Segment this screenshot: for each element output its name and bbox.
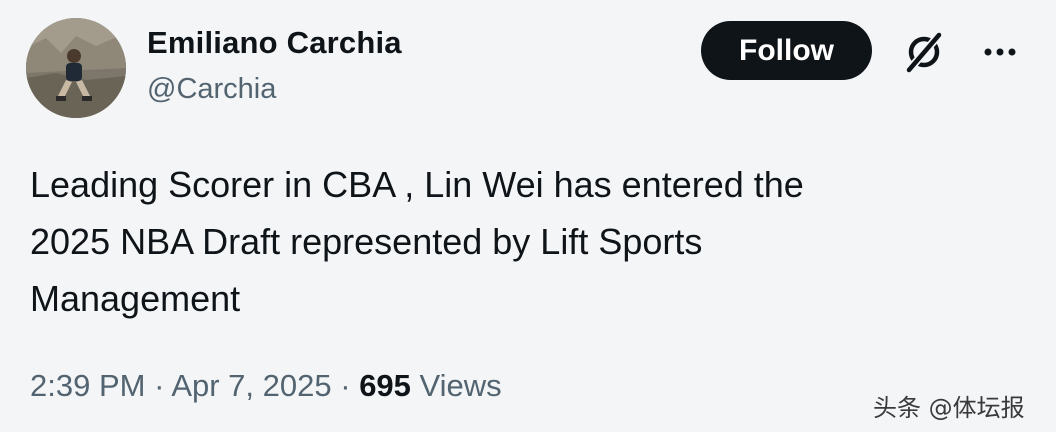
views-count: 695 <box>359 368 411 403</box>
tweet-text-line: Leading Scorer in CBA , Lin Wei has ente… <box>30 164 804 205</box>
avatar-photo <box>26 18 126 118</box>
tweet-card: Emiliano Carchia @Carchia Follow Leading… <box>0 0 1056 432</box>
tweet-text-line: 2025 NBA Draft represented by Lift Sport… <box>30 221 703 262</box>
author-handle[interactable]: @Carchia <box>147 73 276 106</box>
grok-icon[interactable] <box>900 28 948 76</box>
watermark: 头条 @体坛报 <box>873 394 1025 422</box>
more-horizontal-icon[interactable] <box>980 40 1020 64</box>
tweet-text: Leading Scorer in CBA , Lin Wei has ente… <box>30 156 1030 327</box>
tweet-text-line: Management <box>30 278 241 319</box>
author-display-name[interactable]: Emiliano Carchia <box>147 25 402 61</box>
tweet-time[interactable]: 2:39 PM <box>30 368 145 403</box>
meta-separator: · <box>340 368 351 403</box>
tweet-date[interactable]: Apr 7, 2025 <box>171 368 331 403</box>
avatar[interactable] <box>26 18 126 118</box>
views-label: Views <box>419 368 502 403</box>
follow-button[interactable]: Follow <box>701 21 872 80</box>
tweet-meta: 2:39 PM · Apr 7, 2025 · 695 Views <box>30 368 502 404</box>
meta-separator: · <box>154 368 165 403</box>
